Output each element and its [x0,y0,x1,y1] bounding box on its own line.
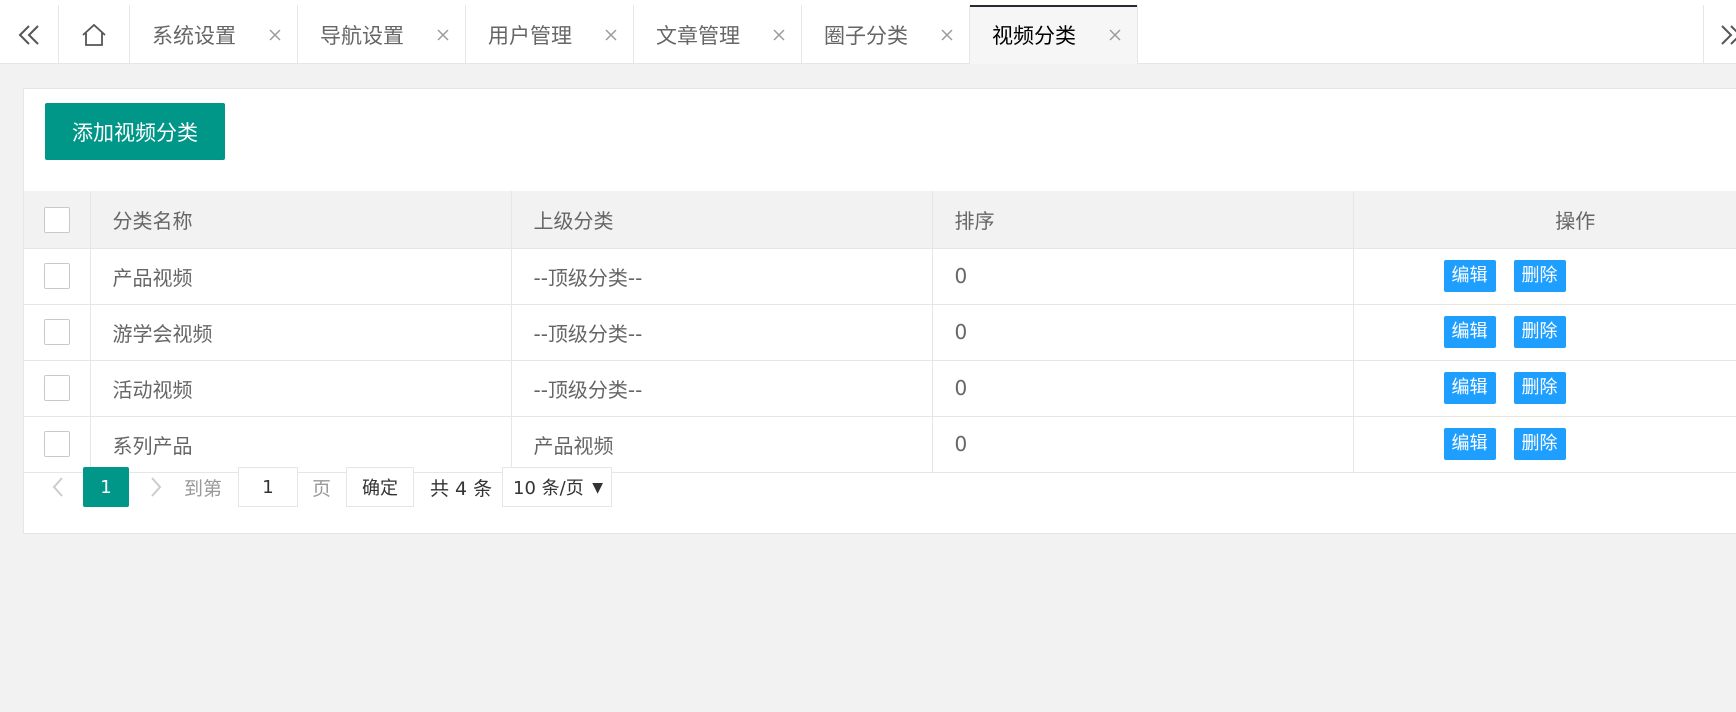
goto-confirm-button[interactable]: 确定 [346,467,414,507]
row-checkbox[interactable] [43,263,70,290]
tab-list: 系统设置 导航设置 用户管理 文章管理 圈子分类 视频分类 [130,5,1138,64]
page-size-select[interactable]: 10 条/页 ▼ [502,467,612,507]
tab-label: 圈子分类 [824,23,908,48]
cell-sort: 0 [932,360,1354,417]
tab-item[interactable]: 用户管理 [466,5,634,64]
cell-ops: 编辑 删除 [1353,248,1736,305]
tab-item[interactable]: 圈子分类 [802,5,970,64]
cell-parent: --顶级分类-- [511,304,933,361]
chevron-left-icon [52,477,63,497]
pagination: 1 到第 页 确定 共 4 条 10 条/页 ▼ [24,448,1736,534]
close-icon[interactable] [1107,27,1123,43]
goto-page-input[interactable] [238,467,298,507]
page-size-value: 10 条/页 [513,478,584,499]
page-number-current[interactable]: 1 [83,467,129,507]
tab-item[interactable]: 视频分类 [970,5,1138,64]
row-checkbox[interactable] [43,319,70,346]
cell-parent: --顶级分类-- [511,360,933,417]
cell-ops: 编辑 删除 [1353,304,1736,361]
tab-label: 导航设置 [320,23,404,48]
cell-ops: 编辑 删除 [1353,360,1736,417]
prev-page-button[interactable] [44,467,72,507]
tab-label: 文章管理 [656,23,740,48]
tab-label: 用户管理 [488,23,572,48]
edit-button[interactable]: 编辑 [1443,372,1496,404]
cell-name: 产品视频 [90,248,512,305]
close-icon[interactable] [435,27,451,43]
table-body: 产品视频 --顶级分类-- 0 编辑 删除 游学会视频 --顶级分类-- 0 编辑 删除 活动视频 -… [24,248,1736,473]
row-select-cell [24,304,91,361]
tab-bar: 系统设置 导航设置 用户管理 文章管理 圈子分类 视频分类 [0,0,1736,64]
home-icon [82,23,106,46]
header-parent[interactable]: 上级分类 [511,191,933,249]
delete-button[interactable]: 删除 [1513,372,1566,404]
close-icon[interactable] [603,27,619,43]
next-page-button[interactable] [142,467,170,507]
tab-home[interactable] [59,5,130,64]
double-chevron-right-icon [1721,24,1736,45]
page-label: 页 [312,477,332,500]
close-icon[interactable] [939,27,955,43]
edit-button[interactable]: 编辑 [1443,316,1496,348]
cell-parent: --顶级分类-- [511,248,933,305]
header-ops: 操作 [1353,191,1736,249]
table-row: 游学会视频 --顶级分类-- 0 编辑 删除 [24,304,1736,361]
tab-item[interactable]: 导航设置 [298,5,466,64]
cell-name: 活动视频 [90,360,512,417]
total-count: 共 4 条 [430,477,493,500]
tab-label: 视频分类 [992,23,1076,48]
tab-label: 系统设置 [152,23,236,48]
cell-sort: 0 [932,248,1354,305]
table-header-row: 分类名称 上级分类 排序 操作 [24,191,1736,249]
double-chevron-left-icon [18,24,39,45]
add-video-category-button[interactable]: 添加视频分类 [45,103,225,160]
cell-name: 游学会视频 [90,304,512,361]
goto-label: 到第 [184,477,223,500]
tab-item[interactable]: 文章管理 [634,5,802,64]
close-icon[interactable] [267,27,283,43]
row-select-cell [24,248,91,305]
header-sort[interactable]: 排序 [932,191,1354,249]
tab-item[interactable]: 系统设置 [130,5,298,64]
row-checkbox[interactable] [43,375,70,402]
delete-button[interactable]: 删除 [1513,260,1566,292]
close-icon[interactable] [771,27,787,43]
select-all-cell [24,191,91,249]
cell-sort: 0 [932,304,1354,361]
content-card: 添加视频分类 分类名称 上级分类 排序 操作 产品视频 --顶级分类-- 0 编辑 删除… [23,88,1736,534]
caret-down-icon: ▼ [592,480,603,496]
chevron-right-icon [151,477,162,497]
category-table: 分类名称 上级分类 排序 操作 产品视频 --顶级分类-- 0 编辑 删除 游学会视频 --… [24,191,1736,473]
tabs-scroll-left-button[interactable] [0,5,59,64]
table-row: 活动视频 --顶级分类-- 0 编辑 删除 [24,360,1736,417]
header-name[interactable]: 分类名称 [90,191,512,249]
row-select-cell [24,360,91,417]
delete-button[interactable]: 删除 [1513,316,1566,348]
tabs-scroll-right-button[interactable] [1703,5,1736,64]
table-row: 产品视频 --顶级分类-- 0 编辑 删除 [24,248,1736,305]
select-all-checkbox[interactable] [43,206,70,233]
edit-button[interactable]: 编辑 [1443,260,1496,292]
